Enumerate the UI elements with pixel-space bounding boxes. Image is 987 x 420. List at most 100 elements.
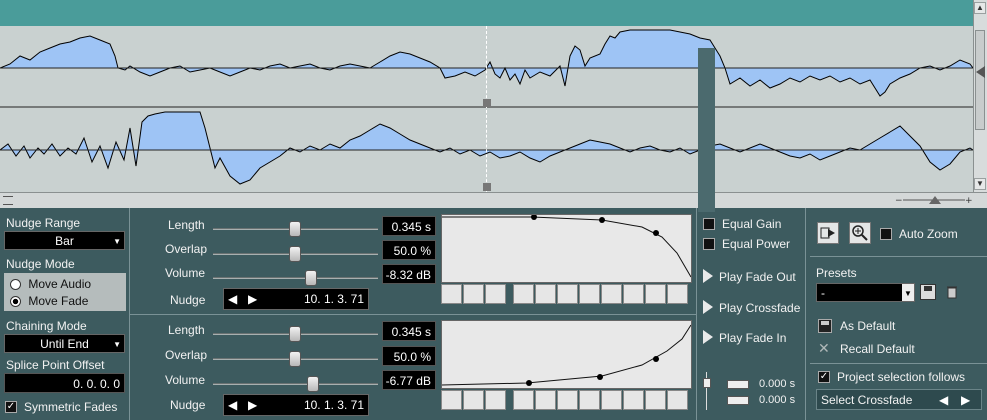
equal-gain-checkbox[interactable] <box>703 218 715 230</box>
recall-default-button[interactable]: ✕ Recall Default <box>818 340 978 359</box>
vertical-scroll-thumb[interactable] <box>975 30 985 130</box>
curve-shape-icon[interactable] <box>485 390 506 410</box>
curve-shape-icon[interactable] <box>535 284 556 304</box>
right-divider-1 <box>810 256 987 257</box>
fade-in-overlap-label: Overlap <box>165 348 208 362</box>
fade-out-overlap-thumb[interactable] <box>289 246 301 262</box>
curve-shape-icon[interactable] <box>623 284 644 304</box>
move-audio-option[interactable]: Move Audio <box>10 277 91 291</box>
floppy-disk-icon <box>818 319 832 333</box>
fade-out-length-thumb[interactable] <box>289 221 301 237</box>
fade-in-volume-track[interactable] <box>213 383 378 385</box>
play-button-strip <box>698 48 715 212</box>
zoom-slider[interactable]: − + <box>893 195 973 205</box>
fade-in-length-thumb[interactable] <box>289 326 301 342</box>
curve-shape-icon[interactable] <box>623 390 644 410</box>
curve-shape-icon[interactable] <box>463 284 484 304</box>
as-default-button[interactable]: As Default <box>818 318 978 336</box>
crossfade-handle-lower[interactable] <box>483 183 491 191</box>
curve-shape-icon[interactable] <box>645 390 666 410</box>
symmetric-fades-label: Symmetric Fades <box>24 400 118 414</box>
nudge-left-icon[interactable]: ◀ <box>228 292 237 306</box>
fade-out-volume-value[interactable]: -8.32 dB <box>382 264 436 284</box>
fade-out-curve <box>442 214 692 278</box>
chaining-mode-dropdown[interactable]: Until End ▼ <box>4 334 125 353</box>
play-fade-out-label: Play Fade Out <box>719 270 796 284</box>
presets-label: Presets <box>816 266 857 280</box>
fade-out-length-value[interactable]: 0.345 s <box>382 216 436 236</box>
curve-shape-icon[interactable] <box>441 284 462 304</box>
arrow-right-box-icon[interactable] <box>817 222 839 244</box>
play-crossfade-button[interactable]: Play Crossfade <box>701 298 801 318</box>
curve-shape-icon[interactable] <box>513 390 534 410</box>
nudge-right-icon[interactable]: ▶ <box>248 292 257 306</box>
fade-out-nudge-value: 10. 1. 3. 71 <box>303 292 364 306</box>
post-roll-value[interactable]: 0.000 s <box>759 394 795 406</box>
curve-shape-icon[interactable] <box>485 284 506 304</box>
curve-shape-icon[interactable] <box>513 284 534 304</box>
curve-shape-icon[interactable] <box>601 284 622 304</box>
fade-in-length-value[interactable]: 0.345 s <box>382 321 436 341</box>
crossfade-handle-upper[interactable] <box>483 99 491 107</box>
symmetric-fades-checkbox[interactable]: ✓ <box>5 401 17 413</box>
chaining-mode-value: Until End <box>40 337 89 351</box>
fade-in-overlap-thumb[interactable] <box>289 351 301 367</box>
curve-shape-icon[interactable] <box>557 390 578 410</box>
nudge-range-dropdown[interactable]: Bar ▼ <box>4 231 125 250</box>
move-audio-radio[interactable] <box>10 279 21 291</box>
curve-shape-icon[interactable] <box>579 284 600 304</box>
play-fade-in-button[interactable]: Play Fade In <box>701 328 801 348</box>
chevron-down-icon: ▼ <box>113 237 121 246</box>
curve-shape-icon[interactable] <box>557 284 578 304</box>
x-cross-icon: ✕ <box>818 340 830 356</box>
trash-icon[interactable] <box>944 284 960 300</box>
curve-shape-icon[interactable] <box>645 284 666 304</box>
fade-in-shape-buttons <box>441 390 693 412</box>
select-crossfade-control[interactable]: Select Crossfade ◀ ▶ <box>816 389 982 410</box>
move-fade-radio[interactable] <box>10 296 21 308</box>
splice-point-field[interactable]: 0. 0. 0. 0 <box>4 373 125 393</box>
panel-divider-middle <box>696 208 697 420</box>
fade-in-nudge-field[interactable]: ◀ ▶ 10. 1. 3. 71 <box>223 394 369 416</box>
fade-out-volume-thumb[interactable] <box>305 270 317 286</box>
menu-lines-icon[interactable] <box>3 196 13 205</box>
nudge-left-icon[interactable]: ◀ <box>228 398 237 412</box>
scroll-up-icon[interactable]: ▲ <box>974 2 986 14</box>
fade-out-nudge-field[interactable]: ◀ ▶ 10. 1. 3. 71 <box>223 288 369 310</box>
pre-roll-value[interactable]: 0.000 s <box>759 378 795 390</box>
play-fade-out-button[interactable]: Play Fade Out <box>701 267 801 287</box>
project-selection-checkbox[interactable]: ✓ <box>818 371 830 383</box>
crossfade-cursor-line <box>486 26 487 192</box>
play-crossfade-label: Play Crossfade <box>719 301 801 315</box>
fade-in-curve-editor[interactable] <box>441 320 692 389</box>
fade-out-curve-editor[interactable] <box>441 214 692 283</box>
curve-shape-icon[interactable] <box>601 390 622 410</box>
magnifier-plus-icon[interactable] <box>849 222 871 244</box>
roll-slider[interactable] <box>702 372 712 410</box>
fade-out-overlap-value[interactable]: 50.0 % <box>382 240 436 260</box>
fade-in-overlap-value[interactable]: 50.0 % <box>382 346 436 366</box>
scroll-down-icon[interactable]: ▼ <box>974 178 986 190</box>
move-fade-option[interactable]: Move Fade <box>10 294 88 308</box>
curve-shape-icon[interactable] <box>441 390 462 410</box>
equal-power-checkbox[interactable] <box>703 238 715 250</box>
curve-shape-icon[interactable] <box>667 284 688 304</box>
waveform-display[interactable] <box>0 26 973 192</box>
curve-shape-icon[interactable] <box>667 390 688 410</box>
curve-shape-icon[interactable] <box>579 390 600 410</box>
floppy-disk-icon[interactable] <box>920 284 936 300</box>
next-crossfade-icon[interactable]: ▶ <box>961 393 970 407</box>
post-roll-icon <box>727 396 749 405</box>
fade-out-length-label: Length <box>168 218 205 232</box>
horizontal-scrollbar[interactable] <box>0 192 987 208</box>
fade-in-volume-value[interactable]: -6.77 dB <box>382 370 436 390</box>
presets-dropdown[interactable]: - ▼ <box>816 283 915 302</box>
nudge-right-icon[interactable]: ▶ <box>248 398 257 412</box>
fade-in-volume-thumb[interactable] <box>307 376 319 392</box>
previous-crossfade-icon[interactable]: ◀ <box>939 393 948 407</box>
curve-shape-icon[interactable] <box>463 390 484 410</box>
equal-power-label: Equal Power <box>722 237 791 251</box>
auto-zoom-checkbox[interactable] <box>880 228 892 240</box>
curve-shape-icon[interactable] <box>535 390 556 410</box>
fade-out-volume-track[interactable] <box>213 277 378 279</box>
